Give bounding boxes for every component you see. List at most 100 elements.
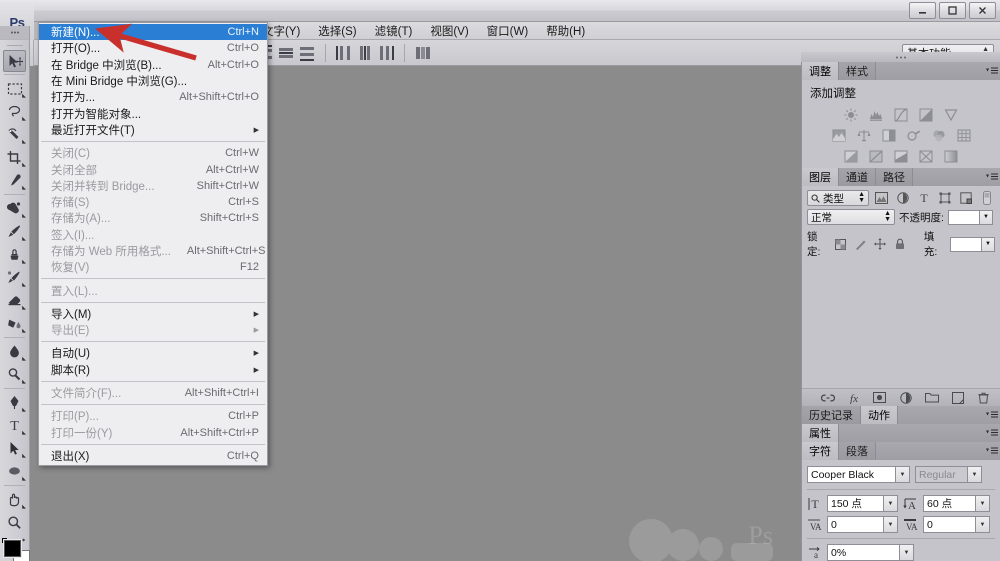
menu-item[interactable]: 文件简介(F)... Alt+Shift+Ctrl+I (39, 385, 267, 401)
tool-marquee-tool[interactable]: ◣ (0, 77, 29, 100)
tool-blur-tool[interactable]: ◣ (0, 340, 29, 363)
distribute-vertical-centers-icon[interactable] (277, 44, 295, 62)
character-panel-menu-icon[interactable] (984, 442, 1000, 460)
hue-saturation-icon[interactable] (830, 128, 847, 143)
text-scale-field[interactable]: ▼ (827, 544, 914, 561)
link-layers-icon[interactable] (819, 390, 836, 406)
chevron-down-icon[interactable]: ▼ (895, 466, 910, 483)
tools-panel-grip[interactable] (0, 26, 29, 40)
menu-select[interactable]: 选择(S) (309, 22, 365, 39)
chevron-down-icon[interactable]: ▼ (883, 495, 898, 512)
properties-panel-menu-icon[interactable] (984, 424, 1000, 442)
distribute-left-icon[interactable] (335, 44, 353, 62)
menu-item[interactable]: 存储为(A)... Shift+Ctrl+S (39, 210, 267, 226)
filter-pixel-icon[interactable] (873, 190, 890, 206)
menu-item[interactable]: 在 Bridge 中浏览(B)... Alt+Ctrl+O (39, 57, 267, 73)
tab-paths[interactable]: 路径 (876, 168, 913, 186)
font-style-field[interactable]: ▼ (915, 466, 982, 483)
delete-layer-icon[interactable] (975, 390, 992, 406)
menu-item[interactable]: 恢复(V) F12 (39, 259, 267, 275)
maximize-button[interactable] (939, 2, 966, 19)
menu-item[interactable]: 自动(U) ▶ (39, 345, 267, 361)
tool-crop-tool[interactable]: ◣ (0, 146, 29, 169)
opacity-input[interactable] (947, 209, 980, 225)
fill-dropdown-arrow[interactable]: ▼ (982, 236, 995, 252)
history-panel-menu-icon[interactable] (984, 406, 1000, 424)
chevron-down-icon[interactable]: ▼ (883, 516, 898, 533)
tool-spot-healing-brush-tool[interactable]: ◣ (0, 197, 29, 220)
font-size-input[interactable] (827, 495, 883, 512)
menu-item[interactable]: 导入(M) ▶ (39, 306, 267, 322)
chevron-down-icon[interactable]: ▼ (975, 495, 990, 512)
new-layer-icon[interactable] (949, 390, 966, 406)
tool-brush-tool[interactable]: ◣ (0, 220, 29, 243)
font-family-input[interactable] (807, 466, 895, 483)
menu-item[interactable]: 打开为... Alt+Shift+Ctrl+O (39, 89, 267, 105)
tracking-field[interactable]: ▼ (923, 516, 990, 533)
channel-mixer-icon[interactable] (930, 128, 947, 143)
layer-filter-toggle[interactable] (978, 190, 995, 206)
menu-item[interactable]: 在 Mini Bridge 中浏览(G)... (39, 73, 267, 89)
threshold-icon[interactable] (893, 149, 910, 164)
distribute-right-icon[interactable] (377, 44, 395, 62)
color-lookup-icon[interactable] (955, 128, 972, 143)
tool-eyedropper-tool[interactable]: ◣ (0, 169, 29, 192)
tool-ellipse-shape-tool[interactable]: ◣ (0, 460, 29, 483)
font-style-input[interactable] (915, 466, 967, 483)
font-family-field[interactable]: ▼ (807, 466, 910, 483)
tab-properties[interactable]: 属性 (802, 424, 839, 442)
tab-adjustments[interactable]: 调整 (802, 62, 839, 80)
tool-clone-stamp-tool[interactable]: ◣ (0, 243, 29, 266)
curves-icon[interactable] (893, 107, 910, 122)
menu-item[interactable]: 签入(I)... (39, 227, 267, 243)
tool-dodge-tool[interactable]: ◣ (0, 363, 29, 386)
opacity-dropdown-arrow[interactable]: ▼ (979, 209, 993, 225)
tab-layers[interactable]: 图层 (802, 168, 839, 186)
menu-item[interactable]: 导出(E) ▶ (39, 322, 267, 338)
filter-shape-icon[interactable] (936, 190, 953, 206)
tool-history-brush-tool[interactable]: ◣ (0, 266, 29, 289)
tool-zoom-tool[interactable] (0, 511, 29, 534)
leading-field[interactable]: ▼ (923, 495, 990, 512)
menu-item[interactable]: 新建(N)... Ctrl+N (39, 24, 267, 41)
tool-lasso-tool[interactable]: ◣ (0, 100, 29, 123)
tool-gradient-tool[interactable]: ◣ (0, 312, 29, 335)
layers-panel-menu-icon[interactable] (984, 168, 1000, 186)
tool-eraser-tool[interactable]: ◣ (0, 289, 29, 312)
lock-position-icon[interactable] (873, 236, 889, 252)
lock-image-pixels-icon[interactable] (853, 236, 869, 252)
kerning-field[interactable]: ▼ (827, 516, 898, 533)
add-layer-mask-icon[interactable] (871, 390, 888, 406)
menu-item[interactable]: 关闭(C) Ctrl+W (39, 145, 267, 161)
minimize-button[interactable] (909, 2, 936, 19)
tab-actions[interactable]: 动作 (861, 406, 898, 424)
selective-color-icon[interactable] (943, 149, 960, 164)
exposure-icon[interactable] (918, 107, 935, 122)
invert-icon[interactable] (843, 149, 860, 164)
auto-align-layers-icon[interactable] (414, 44, 432, 62)
posterize-icon[interactable] (868, 149, 885, 164)
text-scale-input[interactable] (827, 544, 899, 561)
menu-item[interactable]: 最近打开文件(T) ▶ (39, 122, 267, 138)
fill-input[interactable] (950, 236, 982, 252)
layer-style-fx-icon[interactable]: fx (845, 390, 862, 406)
adjustments-panel-menu-icon[interactable] (984, 62, 1000, 80)
tab-styles[interactable]: 样式 (839, 62, 876, 80)
vibrance-icon[interactable] (943, 107, 960, 122)
blend-mode-select[interactable]: 正常 ▲ ▼ (807, 209, 895, 225)
tab-paragraph[interactable]: 段落 (839, 442, 876, 460)
lock-transparent-pixels-icon[interactable] (833, 236, 849, 252)
chevron-down-icon[interactable]: ▼ (975, 516, 990, 533)
tab-channels[interactable]: 通道 (839, 168, 876, 186)
tracking-input[interactable] (923, 516, 975, 533)
photo-filter-icon[interactable] (905, 128, 922, 143)
leading-input[interactable] (923, 495, 975, 512)
file-menu-dropdown[interactable]: 新建(N)... Ctrl+N 打开(O)... Ctrl+O 在 Bridge 中浏览… (38, 22, 268, 467)
filter-smart-object-icon[interactable] (957, 190, 974, 206)
tool-move-tool[interactable] (3, 50, 26, 72)
filter-type-icon[interactable]: T (915, 190, 932, 206)
menu-item[interactable]: 关闭并转到 Bridge... Shift+Ctrl+W (39, 178, 267, 194)
menu-item[interactable]: 退出(X) Ctrl+Q (39, 448, 267, 464)
brightness-contrast-icon[interactable] (843, 107, 860, 122)
tab-character[interactable]: 字符 (802, 442, 839, 460)
